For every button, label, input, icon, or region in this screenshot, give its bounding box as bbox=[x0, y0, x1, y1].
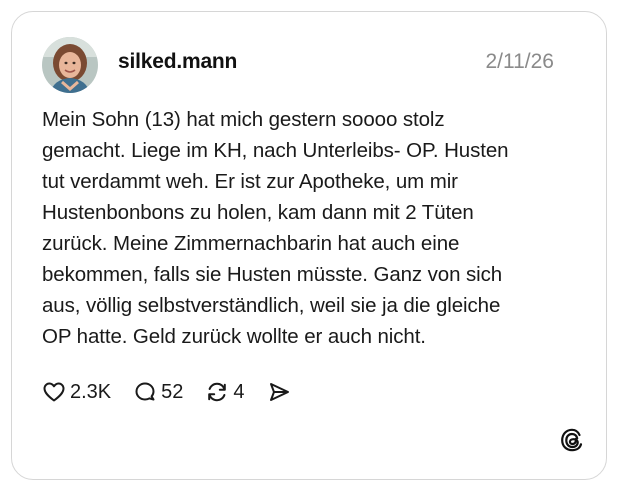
repost-icon bbox=[205, 380, 229, 404]
share-button[interactable] bbox=[267, 380, 291, 404]
avatar[interactable] bbox=[42, 37, 98, 93]
send-icon bbox=[267, 380, 291, 404]
action-bar: 2.3K 52 4 bbox=[42, 377, 313, 407]
speech-bubble-icon bbox=[133, 380, 157, 404]
repost-count: 4 bbox=[233, 380, 245, 403]
reply-count: 52 bbox=[161, 380, 184, 403]
post-date: 2/11/26 bbox=[485, 50, 554, 73]
heart-icon bbox=[42, 380, 66, 404]
like-button[interactable]: 2.3K bbox=[42, 380, 111, 404]
username[interactable]: silked.mann bbox=[118, 50, 237, 74]
repost-button[interactable]: 4 bbox=[205, 380, 245, 404]
post-card: silked.mann 2/11/26 Mein Sohn (13) hat m… bbox=[11, 11, 607, 480]
reply-button[interactable]: 52 bbox=[133, 380, 183, 404]
threads-logo-icon[interactable] bbox=[559, 427, 585, 453]
like-count: 2.3K bbox=[70, 380, 112, 403]
post-text: Mein Sohn (13) hat mich gestern soooo st… bbox=[42, 108, 509, 348]
